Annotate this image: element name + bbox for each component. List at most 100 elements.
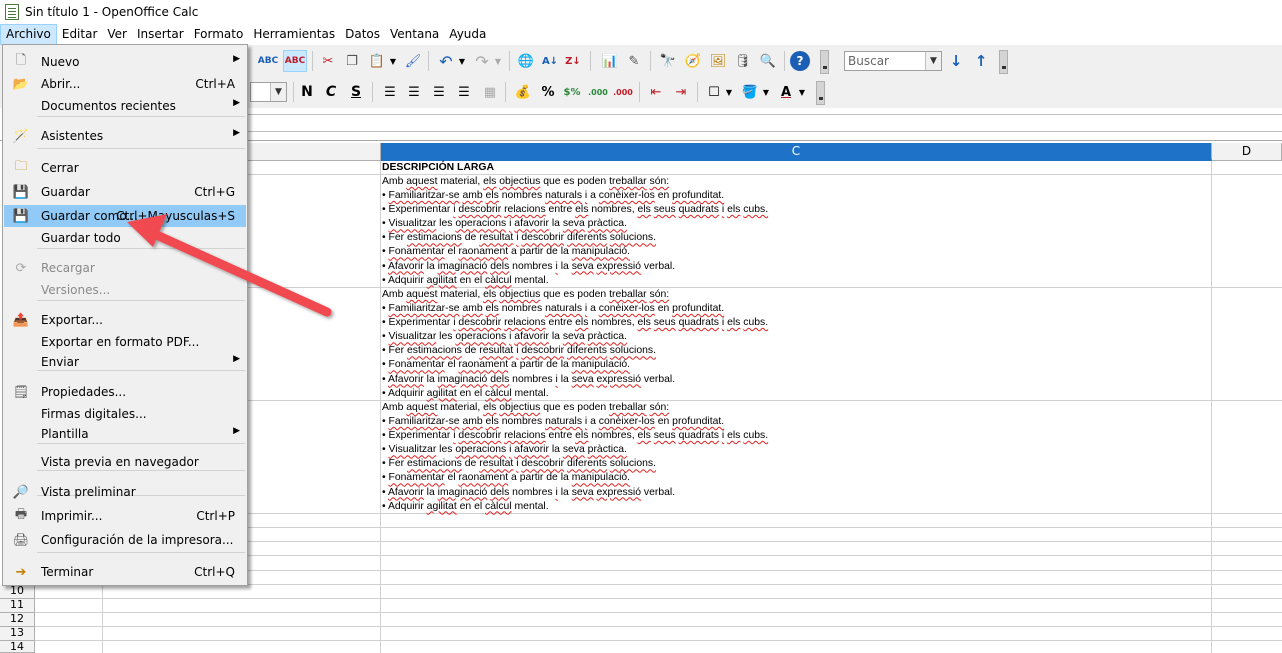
justify-icon[interactable]: ☰ [454,82,474,102]
chart-icon[interactable]: 📊 [600,51,620,71]
menu-item-vista-previa-en-navegador[interactable]: Vista previa en navegador [4,451,246,473]
cell-c1[interactable]: DESCRIPCIÓN LARGA [382,161,1210,175]
search-toolbar-overflow-icon[interactable] [999,50,1008,74]
bold-button[interactable]: N [297,82,317,102]
format-paintbrush-icon[interactable]: 🖌 [403,51,423,71]
menu-item-asistentes[interactable]: 🪄 Asistentes ▶ [4,125,246,147]
sort-descending-icon[interactable]: Z↓ [563,51,583,71]
menu-item-imprimir[interactable]: 🖶 Imprimir... Ctrl+P [4,505,246,527]
menu-item-cerrar[interactable]: 🗀 Cerrar [4,157,246,179]
background-dropdown-icon[interactable]: ▼ [761,82,771,102]
formula-input[interactable] [248,114,1282,132]
menu-editar[interactable]: Editar [57,24,103,45]
font-color-icon[interactable]: A [776,82,796,102]
menu-item-vista-preliminar[interactable]: 🔎 Vista preliminar [4,481,246,503]
search-dropdown-icon[interactable]: ▼ [925,52,941,70]
align-left-icon[interactable]: ☰ [380,82,400,102]
align-right-icon[interactable]: ☰ [429,82,449,102]
menu-item-terminar[interactable]: ➔ Terminar Ctrl+Q [4,561,246,583]
menu-herramientas[interactable]: Herramientas [248,24,340,45]
row-header-12[interactable]: 12 [0,613,35,627]
gallery-icon[interactable]: 🖼 [708,51,728,71]
delete-decimal-icon[interactable]: .000 [613,82,633,102]
data-sources-icon[interactable]: 🛢 [733,51,753,71]
spellcheck-icon[interactable]: ABC [258,51,278,71]
autospellcheck-icon[interactable]: ABC [283,50,307,72]
cell-c4[interactable]: Amb aquest material, els objectius que e… [382,401,1210,514]
menu-item-documentos-recientes[interactable]: Documentos recientes ▶ [4,95,246,117]
find-replace-icon[interactable]: 🔭 [658,51,678,71]
underline-button[interactable]: S [346,82,366,102]
background-color-icon[interactable]: 🪣 [740,82,760,102]
redo-dropdown-icon[interactable]: ▼ [493,51,503,71]
menu-item-propiedades[interactable]: 🗒 Propiedades... [4,381,246,403]
percent-format-icon[interactable]: % [538,82,558,102]
format-toolbar-overflow-icon[interactable] [816,81,825,105]
menu-item-exportar[interactable]: 📤 Exportar... [4,309,246,331]
standard-format-icon[interactable]: $% [562,82,582,102]
navigator-icon[interactable]: 🧭 [683,51,703,71]
paste-icon[interactable]: 📋 [367,51,387,71]
menu-item-label: Abrir... [41,77,81,91]
copy-icon[interactable]: ❐ [342,51,362,71]
menu-item-exportar-en-formato-pdf[interactable]: Exportar en formato PDF... [4,331,246,353]
row-header-11[interactable]: 11 [0,599,35,613]
row-header-14[interactable]: 14 [0,641,35,653]
menu-item-recargar[interactable]: ⟳ Recargar [4,257,246,279]
menu-formato[interactable]: Formato [189,24,249,45]
menu-ayuda[interactable]: Ayuda [444,24,491,45]
menu-ver[interactable]: Ver [102,24,132,45]
zoom-icon[interactable]: 🔍 [758,51,778,71]
search-input[interactable]: Buscar ▼ [844,51,942,71]
menu-item-versiones[interactable]: Versiones... [4,279,246,301]
menu-datos[interactable]: Datos [340,24,385,45]
italic-button[interactable]: C [321,82,341,102]
hyperlink-icon[interactable]: 🌐 [516,51,536,71]
menu-insertar[interactable]: Insertar [132,24,189,45]
menu-item-nuevo[interactable]: 🗋 Nuevo ▶ [4,51,246,73]
menu-ventana[interactable]: Ventana [385,24,444,45]
help-icon[interactable]: ? [790,51,810,71]
borders-dropdown-icon[interactable]: ▼ [724,82,734,102]
menu-item-guardar[interactable]: 💾 Guardar Ctrl+G [4,181,246,203]
font-size-dropdown-icon[interactable]: ▼ [270,83,286,101]
menu-item-plantilla[interactable]: Plantilla ▶ [4,423,246,445]
merge-cells-icon[interactable]: ▦ [480,82,500,102]
cut-icon[interactable]: ✂ [318,51,338,71]
find-next-icon[interactable]: ↓ [946,51,966,71]
description-line: • Experimentar i descobrir relacions ent… [382,430,769,442]
toolbar-overflow-icon[interactable] [820,50,829,74]
find-previous-icon[interactable]: ↑ [971,51,991,71]
menu-item-enviar[interactable]: Enviar ▶ [4,351,246,373]
cell-c3[interactable]: Amb aquest material, els objectius que e… [382,288,1210,401]
description-line: • Adquirir agilitat en el càlcul mental. [382,387,549,399]
decrease-indent-icon[interactable]: ⇤ [646,82,666,102]
row-header-10[interactable]: 10 [0,585,35,599]
row-header-13[interactable]: 13 [0,627,35,641]
column-header-b[interactable] [248,143,381,161]
menu-item-guardar-como[interactable]: 💾 Guardar como... Ctrl+Mayusculas+S [4,205,246,227]
undo-dropdown-icon[interactable]: ▼ [457,51,467,71]
column-header-d[interactable]: D [1212,143,1282,161]
font-size-combo[interactable]: ▼ [250,82,287,102]
menu-item-configuracion-de-la-impresora[interactable]: 🖨 Configuración de la impresora... [4,529,246,551]
draw-functions-icon[interactable]: ✎ [624,51,644,71]
align-center-icon[interactable]: ☰ [404,82,424,102]
increase-indent-icon[interactable]: ⇥ [671,82,691,102]
cell-c2[interactable]: Amb aquest material, els objectius que e… [382,175,1210,288]
borders-icon[interactable]: ☐ [704,82,724,102]
add-decimal-icon[interactable]: .000 [588,82,608,102]
menu-item-abrir[interactable]: 📂 Abrir... Ctrl+A [4,73,246,95]
font-color-dropdown-icon[interactable]: ▼ [797,82,807,102]
redo-icon[interactable]: ↷ [472,51,492,71]
sort-ascending-icon[interactable]: A↓ [540,51,560,71]
menu-item-firmas-digitales[interactable]: Firmas digitales... [4,403,246,425]
currency-format-icon[interactable]: 💰 [513,82,533,102]
menu-archivo[interactable]: Archivo [0,24,57,45]
menu-item-guardar-todo[interactable]: Guardar todo [4,227,246,249]
paste-dropdown-icon[interactable]: ▼ [388,51,398,71]
column-header-c[interactable]: C [381,143,1212,161]
menu-item-label: Cerrar [41,161,79,175]
undo-icon[interactable]: ↶ [436,51,456,71]
title-bar: Sin título 1 - OpenOffice Calc [0,0,1282,24]
